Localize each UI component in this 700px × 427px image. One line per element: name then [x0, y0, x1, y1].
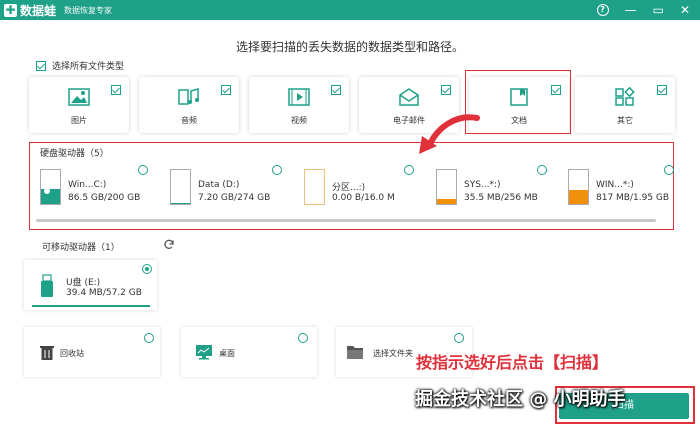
drive-icon	[304, 169, 325, 205]
drive-list-scrollbar[interactable]	[36, 219, 656, 222]
type-label: 其它	[617, 116, 633, 125]
drive-radio[interactable]	[404, 165, 414, 175]
drive-radio[interactable]	[664, 165, 674, 175]
audio-icon	[178, 88, 199, 105]
drive-item[interactable]: Win...C:) 86.5 GB/200 GB	[30, 165, 150, 211]
video-icon	[288, 88, 310, 106]
hard-drive-section-title: 硬盘驱动器（5）	[40, 149, 109, 159]
drive-radio[interactable]	[537, 165, 547, 175]
drive-size: 86.5 GB/200 GB	[68, 193, 141, 203]
type-card-other[interactable]: 其它	[575, 77, 675, 133]
drive-icon	[170, 169, 191, 205]
minimize-icon[interactable]: —	[625, 3, 637, 17]
drive-size: 7.20 GB/274 GB	[198, 193, 271, 203]
desktop-icon	[196, 345, 212, 360]
location-label: 选择文件夹	[373, 349, 413, 358]
location-desktop[interactable]: 桌面	[181, 327, 317, 377]
drive-item[interactable]: 分区...:) 0.00 B/16.0 M	[294, 165, 414, 211]
restore-icon[interactable]: ▭	[653, 3, 664, 17]
other-icon	[615, 87, 635, 106]
type-checkbox[interactable]	[441, 85, 451, 95]
drive-icon	[568, 169, 589, 205]
app-subtitle: 数据恢复专家	[64, 5, 113, 15]
type-label: 图片	[71, 116, 87, 125]
instruction-overlay: 按指示选好后点击【扫描】	[416, 353, 609, 372]
select-all-checkbox[interactable]	[36, 60, 46, 71]
drive-size: 0.00 B/16.0 M	[332, 193, 395, 203]
usb-drive-size: 39.4 MB/57.2 GB	[66, 288, 142, 298]
usb-drive-icon	[41, 274, 53, 297]
drive-size: 35.5 MB/256 MB	[464, 193, 538, 203]
type-checkbox[interactable]	[221, 85, 231, 95]
type-checkbox[interactable]	[657, 85, 667, 95]
drive-radio[interactable]	[138, 165, 148, 175]
refresh-icon[interactable]	[163, 239, 175, 251]
drive-item[interactable]: Data (D:) 7.20 GB/274 GB	[160, 165, 280, 211]
type-label: 视频	[291, 116, 307, 125]
email-icon	[399, 88, 419, 106]
location-label: 回收站	[60, 349, 84, 358]
type-checkbox[interactable]	[331, 85, 341, 95]
title-bar: ✚ 数据蛙 数据恢复专家 ? — ▭ ✕	[0, 0, 700, 20]
location-label: 桌面	[219, 349, 235, 358]
location-recycle-bin[interactable]: 回收站	[24, 327, 160, 377]
usb-drive-radio[interactable]	[142, 264, 152, 274]
recycle-bin-icon	[40, 346, 54, 360]
drive-icon	[436, 169, 457, 205]
image-icon	[68, 88, 90, 106]
type-card-audio[interactable]: 音频	[139, 77, 239, 133]
drive-item[interactable]: WIN...*:) 817 MB/1.95 GB	[558, 165, 678, 211]
page-subtitle: 选择要扫描的丢失数据的数据类型和路径。	[235, 40, 464, 54]
type-label: 音频	[181, 116, 197, 125]
location-radio[interactable]	[454, 333, 464, 343]
usb-drive-name: U盘 (E:)	[66, 278, 101, 288]
help-icon[interactable]: ?	[596, 4, 609, 16]
usb-drive-card[interactable]: U盘 (E:) 39.4 MB/57.2 GB	[24, 260, 157, 310]
select-all-types[interactable]: 选择所有文件类型	[36, 59, 124, 72]
drive-item[interactable]: SYS...*:) 35.5 MB/256 MB	[426, 165, 546, 211]
logo-mark-icon: ✚	[4, 2, 17, 17]
folder-icon	[347, 346, 363, 359]
location-radio[interactable]	[298, 333, 308, 343]
drive-icon	[40, 169, 61, 205]
app-name: 数据蛙	[20, 3, 57, 18]
select-all-label: 选择所有文件类型	[52, 62, 125, 72]
drive-name: Win...C:)	[68, 180, 107, 190]
location-radio[interactable]	[144, 333, 154, 343]
drive-name: SYS...*:)	[464, 180, 501, 190]
type-checkbox[interactable]	[111, 85, 121, 95]
drive-name: WIN...*:)	[596, 180, 634, 190]
watermark: 掘金技术社区 @ 小明助手	[415, 389, 626, 410]
close-icon[interactable]: ✕	[680, 3, 690, 17]
drive-name: Data (D:)	[198, 180, 240, 190]
type-card-image[interactable]: 图片	[29, 77, 129, 133]
drive-size: 817 MB/1.95 GB	[596, 193, 670, 203]
usb-selected-underline	[32, 305, 150, 307]
removable-section-title: 可移动驱动器（1）	[42, 243, 120, 253]
type-card-video[interactable]: 视频	[249, 77, 349, 133]
app-logo: ✚ 数据蛙 数据恢复专家	[4, 2, 112, 19]
drive-radio[interactable]	[272, 165, 282, 175]
drive-name: 分区...:)	[332, 183, 366, 193]
